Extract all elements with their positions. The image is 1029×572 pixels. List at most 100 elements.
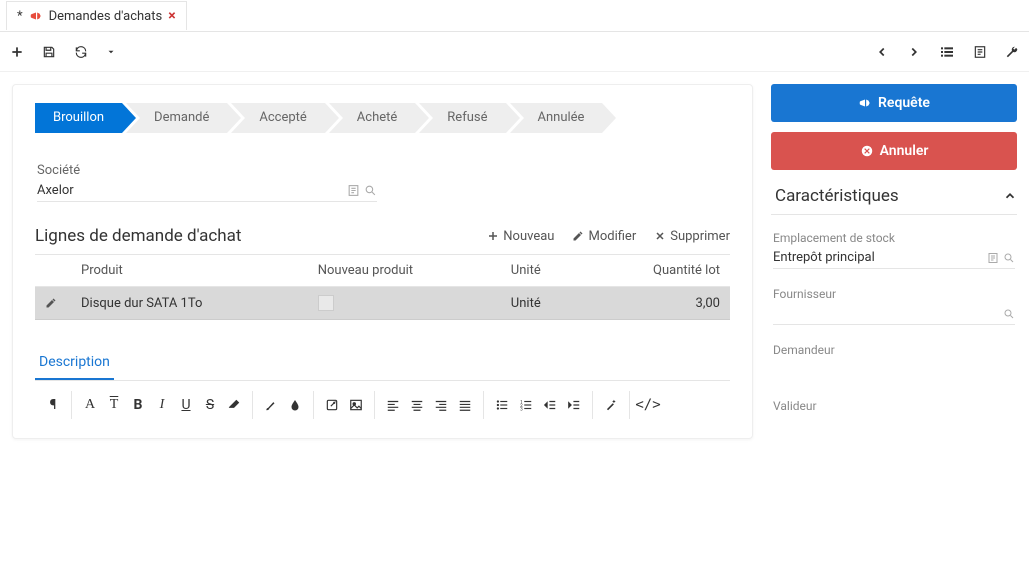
open-record-icon[interactable]	[347, 184, 360, 197]
cell-unit: Unité	[501, 287, 585, 320]
workflow-steps: Brouillon Demandé Accepté Acheté Refusé …	[35, 103, 730, 133]
main-toolbar	[0, 32, 1029, 72]
lines-table: Produit Nouveau produit Unité Quantité l…	[35, 254, 730, 320]
supplier-value-row[interactable]	[773, 303, 1015, 325]
wrench-icon[interactable]	[1005, 45, 1019, 59]
bullhorn-icon	[29, 9, 43, 23]
step-draft[interactable]: Brouillon	[35, 103, 122, 133]
underline-icon[interactable]: U	[174, 393, 198, 417]
company-value: Axelor	[37, 183, 74, 198]
stock-location-value-row[interactable]: Entrepôt principal	[773, 247, 1015, 269]
bullhorn-icon	[858, 96, 872, 110]
company-field: Société Axelor	[35, 157, 730, 204]
request-button[interactable]: Requête	[771, 84, 1017, 122]
close-icon[interactable]: ×	[168, 8, 175, 24]
col-new-product[interactable]: Nouveau produit	[308, 255, 501, 287]
stock-location-field: Emplacement de stock Entrepôt principal	[771, 225, 1017, 271]
lines-delete-button[interactable]: Supprimer	[654, 229, 730, 244]
prev-record-button[interactable]	[875, 45, 889, 59]
more-dropdown[interactable]	[106, 47, 116, 57]
app-tabbar: * Demandes d'achats ×	[0, 0, 1029, 32]
eraser-icon[interactable]	[222, 393, 246, 417]
detail-tabs: Description	[35, 346, 730, 381]
italic-icon[interactable]: I	[150, 393, 174, 417]
indent-icon[interactable]	[562, 393, 586, 417]
add-button[interactable]	[10, 45, 24, 59]
align-center-icon[interactable]	[405, 393, 429, 417]
search-icon[interactable]	[364, 184, 377, 197]
list-ol-icon[interactable]: 123	[514, 393, 538, 417]
lines-title: Lignes de demande d'achat	[35, 226, 241, 246]
richtext-toolbar: ¶ A T B I U S	[35, 391, 730, 419]
cell-new-product	[308, 287, 501, 320]
lines-header: Lignes de demande d'achat Nouveau Modifi…	[35, 226, 730, 246]
next-record-button[interactable]	[907, 45, 921, 59]
tab-purchase-requests[interactable]: * Demandes d'achats ×	[6, 1, 187, 30]
delete-icon	[654, 230, 666, 242]
chevron-up-icon[interactable]	[1003, 189, 1017, 203]
cancel-icon	[860, 144, 874, 158]
characteristics-header[interactable]: Caractéristiques	[771, 180, 1017, 215]
lines-edit-button[interactable]: Modifier	[572, 229, 636, 244]
code-icon[interactable]: </>	[636, 393, 660, 417]
magic-icon[interactable]	[599, 393, 623, 417]
validator-field: Valideur	[771, 393, 1017, 439]
col-qty[interactable]: Quantité lot	[584, 255, 730, 287]
table-header-row: Produit Nouveau produit Unité Quantité l…	[35, 255, 730, 287]
list-ul-icon[interactable]	[490, 393, 514, 417]
row-edit-icon[interactable]	[35, 287, 71, 320]
bold-icon[interactable]: B	[126, 393, 150, 417]
save-button[interactable]	[42, 45, 56, 59]
outdent-icon[interactable]	[538, 393, 562, 417]
align-left-icon[interactable]	[381, 393, 405, 417]
tint-icon[interactable]	[283, 393, 307, 417]
supplier-field: Fournisseur	[771, 281, 1017, 327]
step-requested[interactable]: Demandé	[126, 103, 227, 133]
main-card: Brouillon Demandé Accepté Acheté Refusé …	[12, 84, 753, 439]
paragraph-icon[interactable]: ¶	[41, 393, 65, 417]
col-unit[interactable]: Unité	[501, 255, 585, 287]
step-cancelled[interactable]: Annulée	[510, 103, 603, 133]
tab-description[interactable]: Description	[35, 346, 114, 380]
search-icon[interactable]	[1003, 308, 1015, 320]
stock-location-value: Entrepôt principal	[773, 250, 875, 265]
tab-title: Demandes d'achats	[49, 9, 163, 24]
requester-label: Demandeur	[773, 343, 1015, 357]
svg-text:3: 3	[520, 406, 523, 412]
side-panel: Requête Annuler Caractéristiques Emplace…	[771, 84, 1017, 439]
pencil-icon	[572, 230, 584, 242]
list-view-button[interactable]	[939, 44, 955, 60]
col-product[interactable]: Produit	[71, 255, 308, 287]
lines-new-button[interactable]: Nouveau	[487, 229, 554, 244]
cell-product: Disque dur SATA 1To	[71, 287, 308, 320]
font-size-icon[interactable]: T	[102, 393, 126, 417]
plus-icon	[487, 230, 499, 242]
cell-qty: 3,00	[584, 287, 730, 320]
supplier-label: Fournisseur	[773, 287, 1015, 301]
requester-field: Demandeur	[771, 337, 1017, 383]
strikethrough-icon[interactable]: S	[198, 393, 222, 417]
search-icon[interactable]	[1003, 252, 1015, 264]
brush-icon[interactable]	[259, 393, 283, 417]
validator-value[interactable]	[773, 415, 1015, 437]
checkbox-new-product[interactable]	[318, 295, 334, 311]
link-icon[interactable]	[320, 393, 344, 417]
font-icon[interactable]: A	[78, 393, 102, 417]
company-value-row[interactable]: Axelor	[37, 180, 377, 202]
validator-label: Valideur	[773, 399, 1015, 413]
form-view-button[interactable]	[973, 45, 987, 59]
open-record-icon[interactable]	[987, 252, 999, 264]
step-refused[interactable]: Refusé	[419, 103, 505, 133]
refresh-button[interactable]	[74, 45, 88, 59]
align-right-icon[interactable]	[429, 393, 453, 417]
stock-location-label: Emplacement de stock	[773, 231, 1015, 245]
align-justify-icon[interactable]	[453, 393, 477, 417]
cancel-button[interactable]: Annuler	[771, 132, 1017, 170]
step-accepted[interactable]: Accepté	[231, 103, 324, 133]
content-area: Brouillon Demandé Accepté Acheté Refusé …	[0, 72, 1029, 451]
image-icon[interactable]	[344, 393, 368, 417]
step-purchased[interactable]: Acheté	[329, 103, 416, 133]
tab-dirty-marker: *	[17, 9, 23, 24]
requester-value[interactable]	[773, 359, 1015, 381]
table-row[interactable]: Disque dur SATA 1To Unité 3,00	[35, 287, 730, 320]
